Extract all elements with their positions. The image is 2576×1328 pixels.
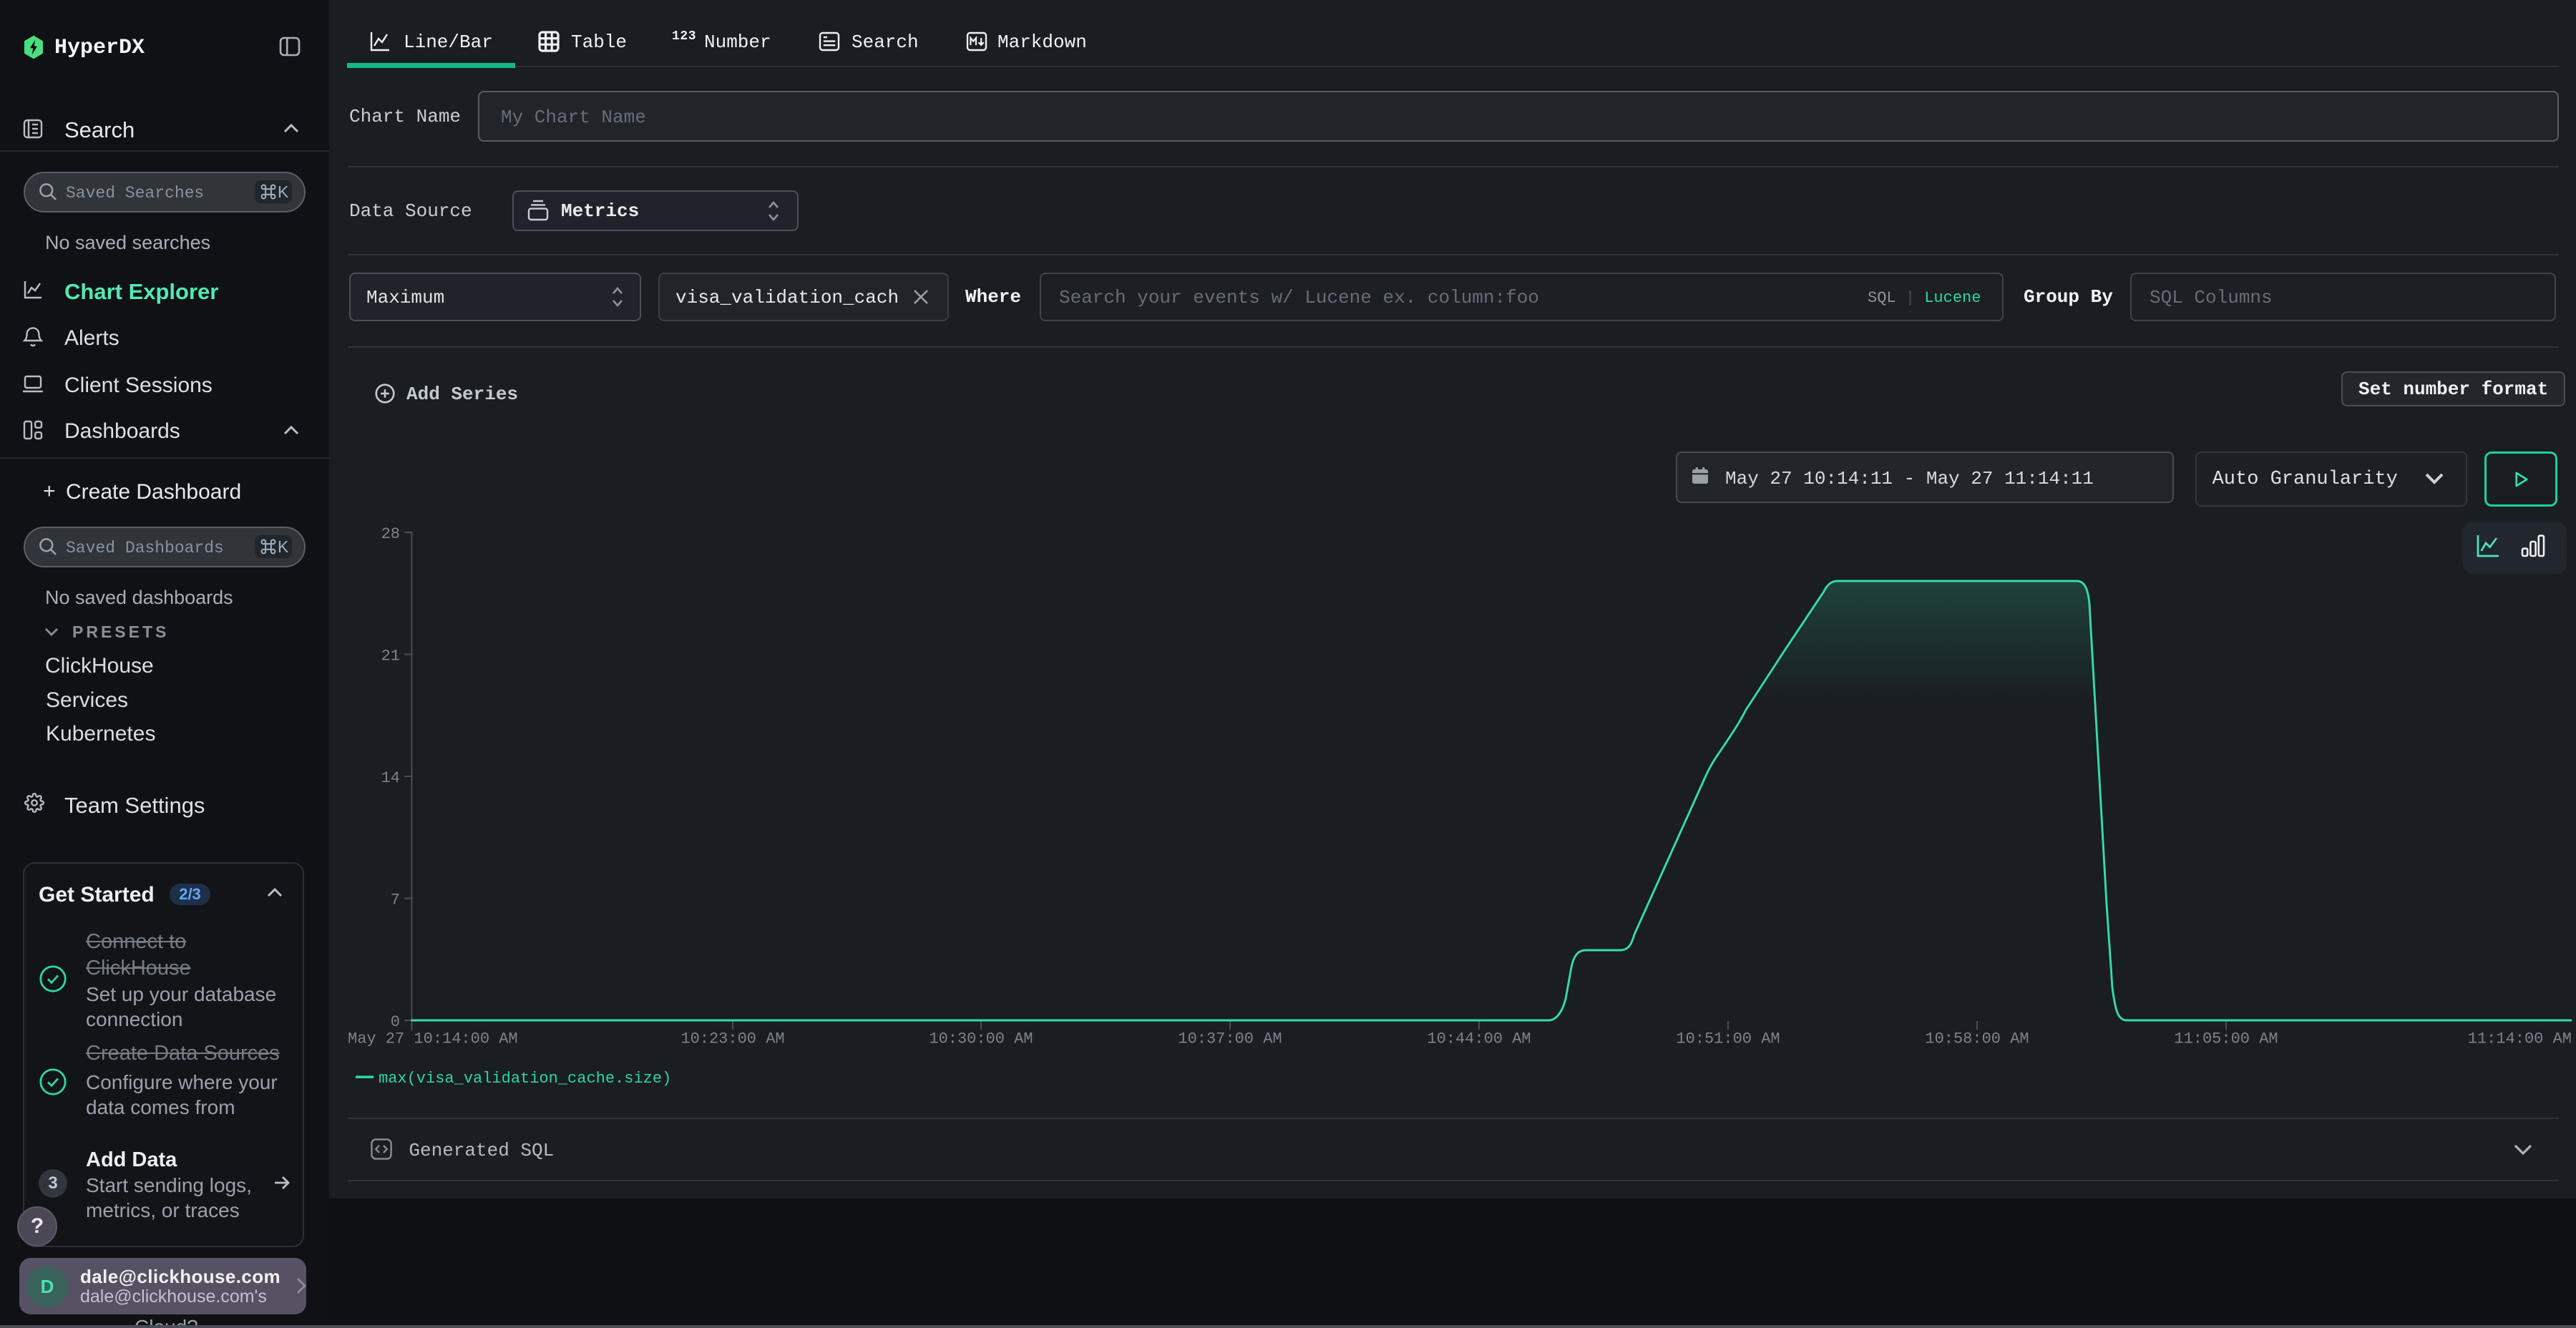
svg-text:0: 0 <box>391 1013 400 1031</box>
svg-text:10:44:00 AM: 10:44:00 AM <box>1427 1030 1531 1048</box>
svg-text:11:05:00 AM: 11:05:00 AM <box>2174 1030 2278 1048</box>
svg-text:21: 21 <box>381 647 400 665</box>
svg-text:10:30:00 AM: 10:30:00 AM <box>929 1030 1033 1048</box>
svg-text:10:37:00 AM: 10:37:00 AM <box>1178 1030 1282 1048</box>
svg-text:14: 14 <box>381 769 400 787</box>
svg-text:7: 7 <box>391 891 400 909</box>
svg-text:10:58:00 AM: 10:58:00 AM <box>1925 1030 2029 1048</box>
svg-text:10:23:00 AM: 10:23:00 AM <box>680 1030 784 1048</box>
svg-text:max(visa_validation_cache.size: max(visa_validation_cache.size) <box>379 1070 671 1088</box>
svg-text:10:51:00 AM: 10:51:00 AM <box>1676 1030 1780 1048</box>
svg-text:28: 28 <box>381 525 400 543</box>
svg-text:May 27 10:14:00 AM: May 27 10:14:00 AM <box>348 1030 518 1048</box>
svg-text:11:14:00 AM: 11:14:00 AM <box>2468 1030 2572 1048</box>
